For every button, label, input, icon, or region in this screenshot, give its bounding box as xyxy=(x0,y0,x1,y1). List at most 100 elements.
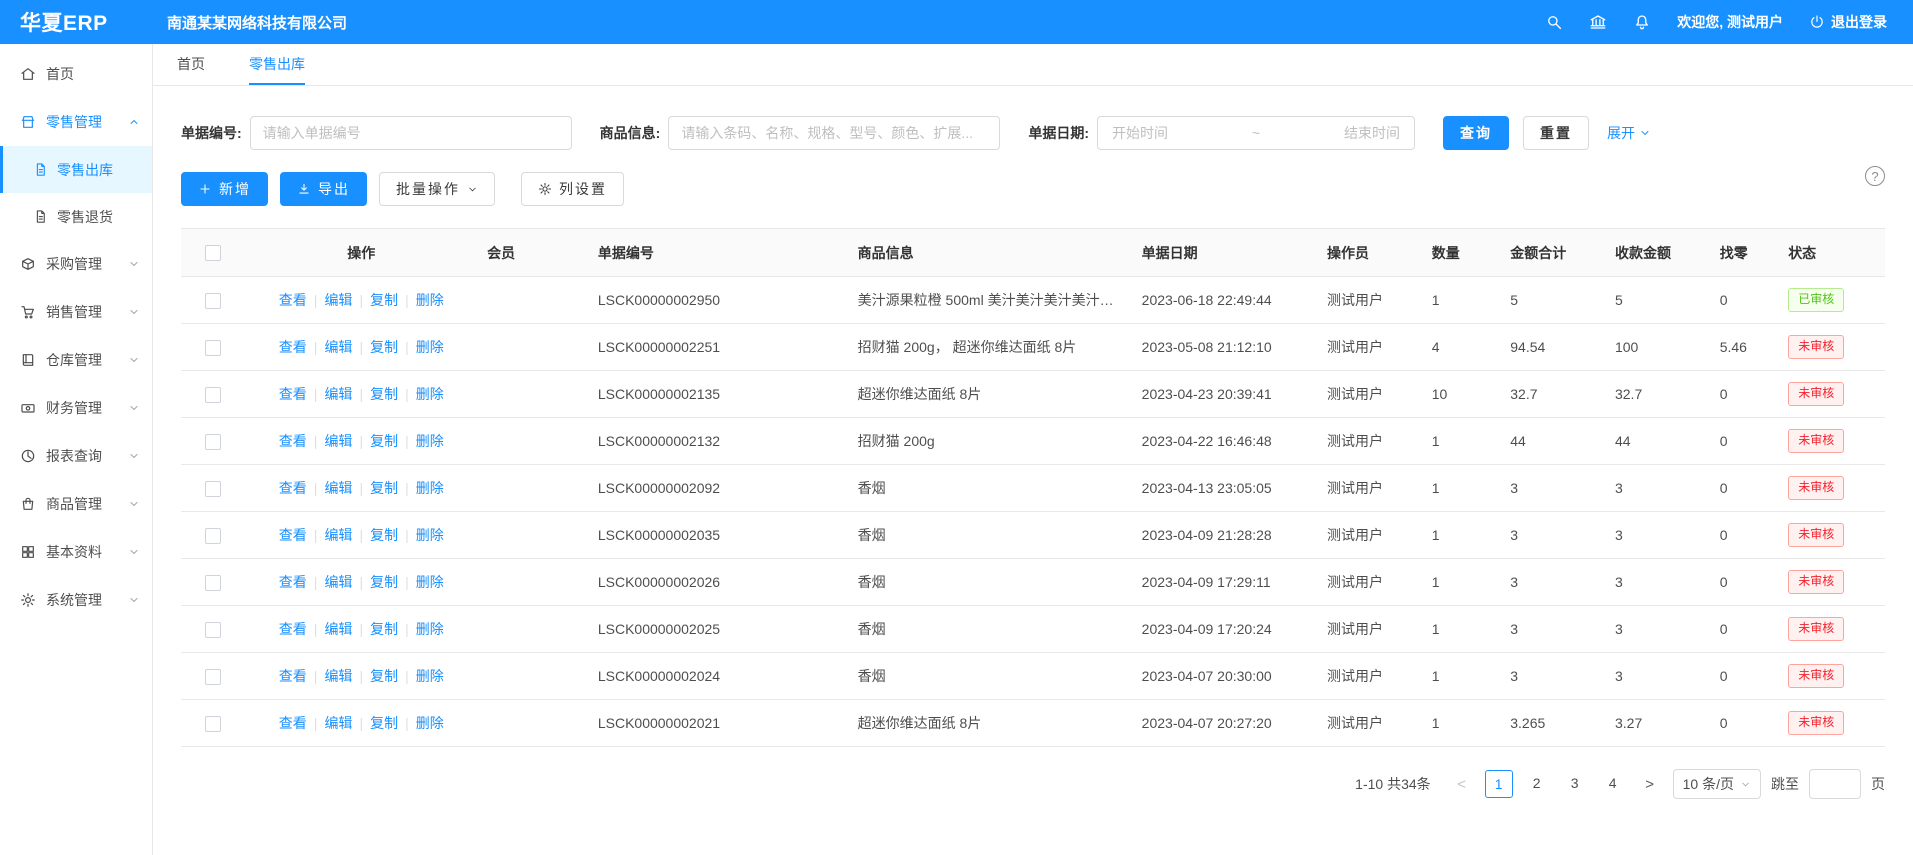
prev-page-button[interactable]: < xyxy=(1449,776,1475,793)
view-link[interactable]: 查看 xyxy=(279,621,307,637)
edit-link[interactable]: 编辑 xyxy=(324,339,352,355)
sidebar-item-retail-return[interactable]: 零售退货 xyxy=(0,193,152,240)
row-checkbox[interactable] xyxy=(205,622,221,638)
delete-link[interactable]: 删除 xyxy=(416,621,444,637)
total-cell: 3 xyxy=(1500,559,1605,606)
row-checkbox[interactable] xyxy=(205,293,221,309)
sidebar-item-sales[interactable]: 销售管理 xyxy=(0,288,152,336)
copy-link[interactable]: 复制 xyxy=(370,292,398,308)
delete-link[interactable]: 删除 xyxy=(416,715,444,731)
row-checkbox[interactable] xyxy=(205,387,221,403)
jump-page-input[interactable] xyxy=(1809,769,1861,799)
tab-retail-outbound[interactable]: 零售出库 xyxy=(249,44,305,85)
export-button[interactable]: 导出 xyxy=(280,172,367,206)
chevron-down-icon xyxy=(1740,779,1751,790)
view-link[interactable]: 查看 xyxy=(279,668,307,684)
reset-button[interactable]: 重置 xyxy=(1523,116,1589,150)
edit-link[interactable]: 编辑 xyxy=(324,527,352,543)
page-button-1[interactable]: 1 xyxy=(1485,770,1513,798)
delete-link[interactable]: 删除 xyxy=(416,433,444,449)
bell-icon[interactable] xyxy=(1633,13,1651,31)
sidebar-item-label: 零售退货 xyxy=(57,207,113,227)
delete-link[interactable]: 删除 xyxy=(416,668,444,684)
sidebar-item-goods[interactable]: 商品管理 xyxy=(0,480,152,528)
edit-link[interactable]: 编辑 xyxy=(324,715,352,731)
view-link[interactable]: 查看 xyxy=(279,715,307,731)
operator-cell: 测试用户 xyxy=(1317,277,1422,324)
date-cell: 2023-04-09 17:20:24 xyxy=(1132,606,1317,653)
sidebar-item-home[interactable]: 首页 xyxy=(0,50,152,98)
copy-link[interactable]: 复制 xyxy=(370,386,398,402)
material-input[interactable] xyxy=(668,116,1000,150)
divider: | xyxy=(359,621,363,637)
copy-link[interactable]: 复制 xyxy=(370,339,398,355)
sidebar-item-procurement[interactable]: 采购管理 xyxy=(0,240,152,288)
platform-icon[interactable] xyxy=(1589,13,1607,31)
search-button[interactable]: 查询 xyxy=(1443,116,1509,150)
sidebar-item-retail[interactable]: 零售管理 xyxy=(0,98,152,146)
sidebar-item-retail-outbound[interactable]: 零售出库 xyxy=(0,146,152,193)
row-checkbox[interactable] xyxy=(205,575,221,591)
page-button-2[interactable]: 2 xyxy=(1523,770,1551,798)
copy-link[interactable]: 复制 xyxy=(370,527,398,543)
copy-link[interactable]: 复制 xyxy=(370,480,398,496)
column-settings-button[interactable]: 列设置 xyxy=(521,172,624,206)
edit-link[interactable]: 编辑 xyxy=(324,433,352,449)
copy-link[interactable]: 复制 xyxy=(370,668,398,684)
row-checkbox[interactable] xyxy=(205,528,221,544)
sidebar-item-system[interactable]: 系统管理 xyxy=(0,576,152,624)
date-range-input[interactable]: 开始时间 ~ 结束时间 xyxy=(1097,116,1415,150)
edit-link[interactable]: 编辑 xyxy=(324,480,352,496)
edit-link[interactable]: 编辑 xyxy=(324,621,352,637)
copy-link[interactable]: 复制 xyxy=(370,433,398,449)
row-checkbox[interactable] xyxy=(205,716,221,732)
page-button-4[interactable]: 4 xyxy=(1599,770,1627,798)
delete-link[interactable]: 删除 xyxy=(416,292,444,308)
help-icon[interactable]: ? xyxy=(1865,166,1885,186)
sidebar-item-finance[interactable]: 财务管理 xyxy=(0,384,152,432)
select-all-checkbox[interactable] xyxy=(205,245,221,261)
delete-link[interactable]: 删除 xyxy=(416,574,444,590)
bill-no-input[interactable] xyxy=(250,116,572,150)
delete-link[interactable]: 删除 xyxy=(416,480,444,496)
received-cell: 3 xyxy=(1605,465,1710,512)
edit-link[interactable]: 编辑 xyxy=(324,574,352,590)
view-link[interactable]: 查看 xyxy=(279,433,307,449)
view-link[interactable]: 查看 xyxy=(279,386,307,402)
next-page-button[interactable]: > xyxy=(1637,776,1663,793)
page-size-select[interactable]: 10 条/页 xyxy=(1673,769,1761,799)
row-checkbox[interactable] xyxy=(205,481,221,497)
received-cell: 3 xyxy=(1605,606,1710,653)
edit-link[interactable]: 编辑 xyxy=(324,386,352,402)
delete-link[interactable]: 删除 xyxy=(416,339,444,355)
copy-link[interactable]: 复制 xyxy=(370,715,398,731)
delete-link[interactable]: 删除 xyxy=(416,527,444,543)
copy-link[interactable]: 复制 xyxy=(370,621,398,637)
row-checkbox[interactable] xyxy=(205,434,221,450)
sidebar-item-reports[interactable]: 报表查询 xyxy=(0,432,152,480)
edit-link[interactable]: 编辑 xyxy=(324,292,352,308)
tab-home[interactable]: 首页 xyxy=(177,44,205,85)
batch-actions-button[interactable]: 批量操作 xyxy=(379,172,495,206)
view-link[interactable]: 查看 xyxy=(279,574,307,590)
divider: | xyxy=(359,386,363,402)
sidebar-item-warehouse[interactable]: 仓库管理 xyxy=(0,336,152,384)
jump-label: 跳至 xyxy=(1771,774,1799,794)
delete-link[interactable]: 删除 xyxy=(416,386,444,402)
page-button-3[interactable]: 3 xyxy=(1561,770,1589,798)
edit-link[interactable]: 编辑 xyxy=(324,668,352,684)
view-link[interactable]: 查看 xyxy=(279,527,307,543)
expand-link[interactable]: 展开 xyxy=(1607,123,1651,143)
logout-button[interactable]: 退出登录 xyxy=(1809,12,1887,32)
row-checkbox[interactable] xyxy=(205,669,221,685)
view-link[interactable]: 查看 xyxy=(279,339,307,355)
row-checkbox[interactable] xyxy=(205,340,221,356)
add-button[interactable]: 新增 xyxy=(181,172,268,206)
search-icon[interactable] xyxy=(1545,13,1563,31)
operator-cell: 测试用户 xyxy=(1317,324,1422,371)
sidebar-item-basic-data[interactable]: 基本资料 xyxy=(0,528,152,576)
view-link[interactable]: 查看 xyxy=(279,292,307,308)
view-link[interactable]: 查看 xyxy=(279,480,307,496)
copy-link[interactable]: 复制 xyxy=(370,574,398,590)
chevron-up-icon xyxy=(128,116,140,128)
